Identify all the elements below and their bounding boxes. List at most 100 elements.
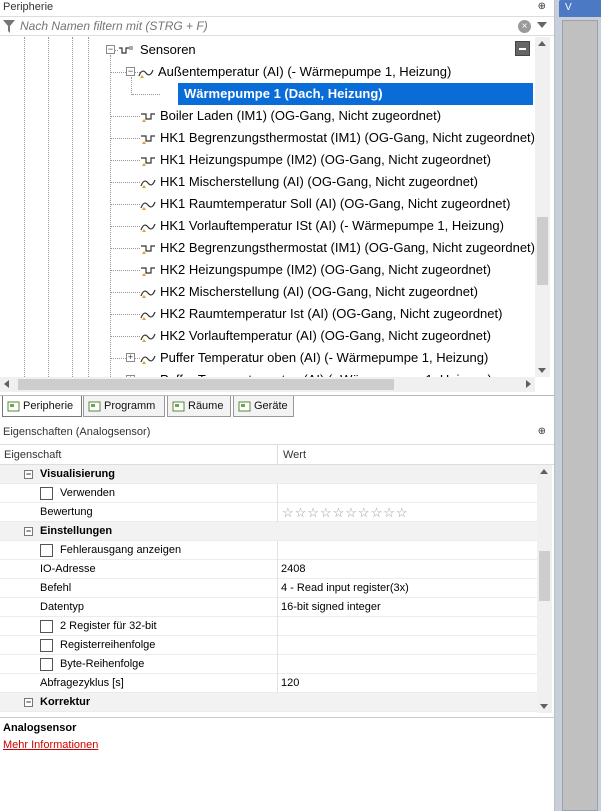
more-info-link[interactable]: Mehr Informationen — [3, 739, 98, 751]
tab-peripherie[interactable]: Peripherie — [2, 396, 82, 417]
tree-item-label: Sensoren — [140, 42, 196, 57]
property-row[interactable]: Abfragezyklus [s] 120 — [0, 674, 537, 693]
tab-raeume[interactable]: Räume — [167, 396, 231, 417]
column-divider — [277, 674, 278, 693]
scroll-thumb[interactable] — [537, 217, 548, 285]
right-panel-tab[interactable]: V — [559, 0, 601, 17]
property-row[interactable]: Befehl 4 - Read input register(3x) — [0, 579, 537, 598]
scroll-right-icon[interactable] — [526, 380, 531, 388]
scroll-down-icon[interactable] — [538, 368, 546, 373]
column-divider[interactable] — [277, 445, 278, 464]
tree-item-label: HK2 Begrenzungsthermostat (IM1) (OG-Gang… — [160, 240, 535, 255]
tree-guide-line — [110, 358, 140, 359]
tree-guide-line — [131, 77, 132, 95]
tree-item-label: HK2 Raumtemperatur Ist (AI) (OG-Gang, Ni… — [160, 306, 503, 321]
digital-sensor-icon — [140, 241, 156, 255]
analog-sensor-icon — [140, 219, 156, 233]
property-value[interactable]: 16-bit signed integer — [281, 598, 381, 617]
tree-item[interactable]: Puffer Temperatur oben (AI) (- Wärmepump… — [140, 347, 535, 369]
property-category[interactable]: − Einstellungen — [0, 522, 537, 541]
tree-guide-line — [110, 336, 140, 337]
property-row[interactable]: Registerreihenfolge — [0, 636, 537, 655]
tree-guide-line — [88, 37, 89, 377]
property-row[interactable]: Datentyp 16-bit signed integer — [0, 598, 537, 617]
tree-item[interactable]: HK1 Raumtemperatur Soll (AI) (OG-Gang, N… — [140, 193, 535, 215]
property-row[interactable]: Verwenden — [0, 484, 537, 503]
scroll-up-icon[interactable] — [540, 469, 548, 474]
clear-filter-icon[interactable]: × — [518, 20, 531, 33]
rating-stars[interactable]: ☆☆☆☆☆☆☆☆☆☆ — [282, 505, 409, 520]
filter-input[interactable] — [20, 18, 510, 34]
property-row[interactable]: Fehlerausgang anzeigen — [0, 541, 537, 560]
tree-item[interactable]: Sensoren — [118, 39, 535, 61]
property-category[interactable]: − Korrektur — [0, 693, 537, 712]
property-value[interactable]: 4 - Read input register(3x) — [281, 579, 409, 598]
tree-item-label: HK1 Vorlauftemperatur ISt (AI) (- Wärmep… — [160, 218, 504, 233]
collapse-node-icon[interactable]: − — [106, 45, 115, 54]
pin-icon[interactable]: ⊕ — [538, 1, 546, 12]
tree-item[interactable]: Boiler Laden (IM1) (OG-Gang, Nicht zugeo… — [140, 105, 535, 127]
property-checkbox[interactable] — [40, 658, 53, 671]
scroll-left-icon[interactable] — [4, 380, 9, 388]
collapse-node-icon[interactable]: − — [126, 67, 135, 76]
property-checkbox[interactable] — [40, 639, 53, 652]
property-row[interactable]: Byte-Reihenfolge — [0, 655, 537, 674]
tree-item[interactable]: HK1 Mischerstellung (AI) (OG-Gang, Nicht… — [140, 171, 535, 193]
property-checkbox[interactable] — [40, 620, 53, 633]
scroll-up-icon[interactable] — [538, 41, 546, 46]
tree-item[interactable]: HK2 Begrenzungsthermostat (IM1) (OG-Gang… — [140, 237, 535, 259]
expand-node-icon[interactable]: + — [126, 353, 135, 362]
property-row[interactable]: 2 Register für 32-bit — [0, 617, 537, 636]
tree-item[interactable]: HK1 Vorlauftemperatur ISt (AI) (- Wärmep… — [140, 215, 535, 237]
column-divider — [277, 541, 278, 560]
programm-tab-icon — [88, 401, 101, 412]
tree-item[interactable]: HK2 Vorlauftemperatur (AI) (OG-Gang, Nic… — [140, 325, 535, 347]
property-name: Korrektur — [40, 696, 91, 708]
property-checkbox[interactable] — [40, 487, 53, 500]
property-value[interactable]: 2408 — [281, 560, 305, 579]
filter-dropdown-icon[interactable] — [537, 22, 547, 28]
property-name: Byte-Reihenfolge — [60, 658, 145, 670]
collapse-category-icon[interactable]: − — [24, 527, 33, 536]
tab-geraete[interactable]: Geräte — [233, 396, 294, 417]
analog-sensor-icon — [140, 307, 156, 321]
column-divider — [277, 484, 278, 503]
property-checkbox[interactable] — [40, 544, 53, 557]
tree-item-label: HK1 Raumtemperatur Soll (AI) (OG-Gang, N… — [160, 196, 511, 211]
scroll-thumb[interactable] — [539, 551, 550, 601]
property-category[interactable]: − Visualisierung — [0, 465, 537, 484]
tree-item[interactable]: HK1 Heizungspumpe (IM2) (OG-Gang, Nicht … — [140, 149, 535, 171]
filter-bar: × — [0, 16, 554, 36]
collapse-category-icon[interactable]: − — [24, 698, 33, 707]
property-row[interactable]: Bewertung ☆☆☆☆☆☆☆☆☆☆ — [0, 503, 537, 522]
tree-item[interactable]: Puffer Temperatur unten (AI) (- Wärmepum… — [140, 369, 535, 377]
tree-item-label: HK2 Mischerstellung (AI) (OG-Gang, Nicht… — [160, 284, 478, 299]
tree-item[interactable]: HK2 Raumtemperatur Ist (AI) (OG-Gang, Ni… — [140, 303, 535, 325]
tree-item[interactable]: HK1 Begrenzungsthermostat (IM1) (OG-Gang… — [140, 127, 535, 149]
property-value[interactable]: 120 — [281, 674, 299, 693]
scroll-down-icon[interactable] — [540, 704, 548, 709]
properties-header: Eigenschaft Wert — [0, 444, 554, 465]
column-divider — [277, 503, 278, 522]
tree-item[interactable]: Außentemperatur (AI) (- Wärmepumpe 1, He… — [138, 61, 535, 83]
tree-horizontal-scrollbar[interactable] — [0, 377, 535, 392]
tab-programm[interactable]: Programm — [83, 396, 165, 417]
tree-vertical-scrollbar[interactable] — [535, 37, 550, 377]
tab-label: Räume — [188, 400, 224, 412]
tree-item[interactable]: HK2 Mischerstellung (AI) (OG-Gang, Nicht… — [140, 281, 535, 303]
tree-guide-line — [110, 248, 140, 249]
panel-title-text: Peripherie — [3, 1, 54, 13]
tree-item-label: HK2 Heizungspumpe (IM2) (OG-Gang, Nicht … — [160, 262, 491, 277]
property-name: Visualisierung — [40, 468, 115, 480]
property-name: Befehl — [40, 582, 72, 594]
property-grid-scrollbar[interactable] — [537, 465, 552, 713]
scroll-thumb[interactable] — [18, 379, 394, 390]
property-name: Registerreihenfolge — [60, 639, 156, 651]
pin-icon[interactable]: ⊕ — [538, 426, 546, 437]
property-name: Fehlerausgang anzeigen — [60, 544, 182, 556]
property-row[interactable]: IO-Adresse 2408 — [0, 560, 537, 579]
tree-item[interactable]: HK2 Heizungspumpe (IM2) (OG-Gang, Nicht … — [140, 259, 535, 281]
column-header-property: Eigenschaft — [4, 449, 62, 461]
collapse-category-icon[interactable]: − — [24, 470, 33, 479]
tree-item-selected[interactable]: Wärmepumpe 1 (Dach, Heizung) — [178, 83, 533, 105]
